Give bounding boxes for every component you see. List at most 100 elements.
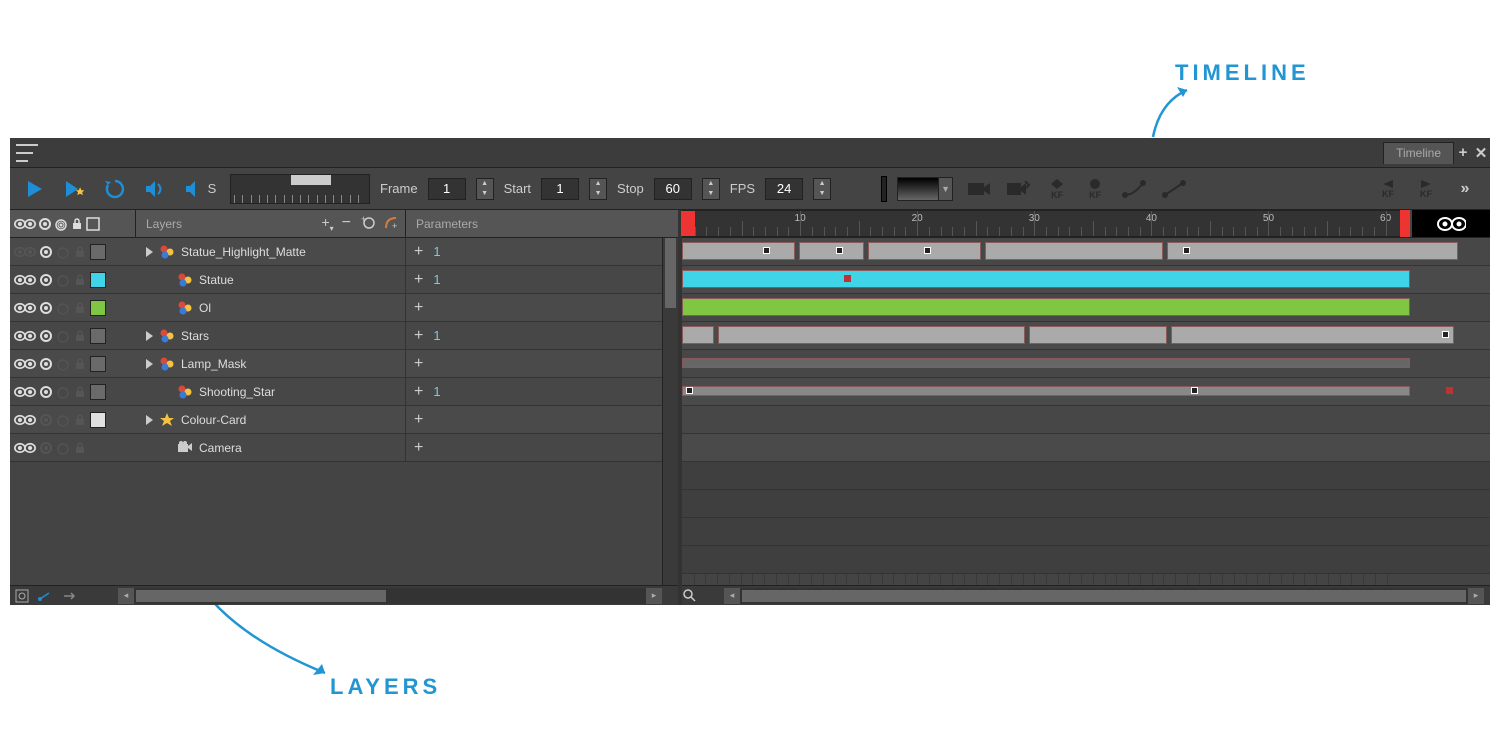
sound-scrub-button[interactable]: S <box>180 174 220 204</box>
visibility-toggle[interactable] <box>14 385 36 399</box>
layer-row[interactable]: Shooting_Star + 1 <box>10 378 678 406</box>
onion-header-icon[interactable] <box>54 217 68 231</box>
lock-toggle[interactable] <box>73 329 87 343</box>
playhead[interactable] <box>681 211 695 236</box>
onion-toggle[interactable] <box>56 329 70 343</box>
track-row[interactable] <box>682 322 1490 350</box>
expand-toggle[interactable] <box>146 415 153 425</box>
layer-row[interactable]: Statue_Highlight_Matte + 1 <box>10 238 678 266</box>
track-row[interactable] <box>682 434 1490 462</box>
lock-header-icon[interactable] <box>70 217 84 231</box>
add-param-button[interactable]: + <box>414 439 423 457</box>
add-param-button[interactable]: + <box>414 271 423 289</box>
linear-button[interactable] <box>1159 174 1189 204</box>
expand-toggle[interactable] <box>146 331 153 341</box>
param-value[interactable]: 1 <box>433 272 440 287</box>
add-tab-button[interactable]: + <box>1454 144 1472 162</box>
track-row[interactable] <box>682 406 1490 434</box>
solo-toggle[interactable] <box>39 301 53 315</box>
visibility-toggle[interactable] <box>14 441 36 455</box>
track-row[interactable] <box>682 350 1490 378</box>
onion-toggle[interactable] <box>56 413 70 427</box>
visibility-toggle[interactable] <box>14 301 36 315</box>
lock-toggle[interactable] <box>73 245 87 259</box>
color-swatch[interactable] <box>90 356 106 372</box>
color-swatch[interactable] <box>90 384 106 400</box>
stop-input[interactable] <box>654 178 692 200</box>
color-swatch[interactable] <box>90 272 106 288</box>
swatch-header-icon[interactable] <box>86 217 100 231</box>
panel-menu-icon[interactable] <box>16 144 38 162</box>
tracks-area[interactable] <box>682 238 1490 585</box>
timeline-h-scrollbar[interactable]: ◂▸ <box>724 588 1484 604</box>
layer-row[interactable]: Ol + <box>10 294 678 322</box>
solo-toggle[interactable] <box>39 357 53 371</box>
solo-toggle[interactable] <box>39 329 53 343</box>
add-param-button[interactable]: + <box>414 243 423 261</box>
close-tab-button[interactable]: ✕ <box>1472 144 1490 162</box>
onion-toggle[interactable] <box>56 273 70 287</box>
lock-toggle[interactable] <box>73 301 87 315</box>
solo-toggle[interactable] <box>39 413 53 427</box>
onion-toggle[interactable] <box>56 441 70 455</box>
curve-button[interactable] <box>1119 174 1149 204</box>
onion-toggle[interactable] <box>56 301 70 315</box>
add-drawing-button[interactable]: + <box>383 215 399 231</box>
start-input[interactable] <box>541 178 579 200</box>
add-param-button[interactable]: + <box>414 299 423 317</box>
color-swatch[interactable] <box>90 412 106 428</box>
solo-toggle[interactable] <box>39 273 53 287</box>
expand-toggle[interactable] <box>146 359 153 369</box>
loop-button[interactable] <box>100 174 130 204</box>
visibility-header-icon[interactable] <box>14 217 36 231</box>
expand-toggle[interactable] <box>146 247 153 257</box>
track-row[interactable] <box>682 294 1490 322</box>
fps-input[interactable] <box>765 178 803 200</box>
color-swatch[interactable] <box>90 328 106 344</box>
play-star-button[interactable] <box>60 174 90 204</box>
zoom-tool-button[interactable] <box>682 587 698 605</box>
param-value[interactable]: 1 <box>433 328 440 343</box>
add-pegged-button[interactable]: + <box>359 215 375 231</box>
layer-row[interactable]: Colour-Card + <box>10 406 678 434</box>
tab-timeline[interactable]: Timeline <box>1383 142 1454 164</box>
fps-spinner[interactable]: ▲▼ <box>813 178 831 200</box>
color-swatch[interactable] <box>90 300 106 316</box>
solo-toggle[interactable] <box>39 385 53 399</box>
add-param-button[interactable]: + <box>414 411 423 429</box>
layer-row[interactable]: Lamp_Mask + <box>10 350 678 378</box>
track-row[interactable] <box>682 378 1490 406</box>
vertical-scrollbar[interactable] <box>662 238 678 585</box>
param-value[interactable]: 1 <box>433 384 440 399</box>
onion-toggle[interactable] <box>56 385 70 399</box>
solo-toggle[interactable] <box>39 245 53 259</box>
footer-arrow-button[interactable] <box>58 587 82 605</box>
scene-marker-arrow-button[interactable] <box>1003 174 1033 204</box>
add-layer-button[interactable]: +▾ <box>321 214 333 233</box>
onion-toggle[interactable] <box>56 245 70 259</box>
frame-input[interactable] <box>428 178 466 200</box>
track-row[interactable] <box>682 266 1490 294</box>
track-row[interactable] <box>682 238 1490 266</box>
end-marker[interactable] <box>1400 210 1410 237</box>
layer-row[interactable]: Statue + 1 <box>10 266 678 294</box>
stop-spinner[interactable]: ▲▼ <box>702 178 720 200</box>
layer-row[interactable]: Camera + <box>10 434 678 462</box>
sound-button[interactable] <box>140 174 170 204</box>
visibility-toggle[interactable] <box>14 273 36 287</box>
kf-diamond-button[interactable]: KF <box>1043 176 1071 202</box>
param-value[interactable]: 1 <box>433 244 440 259</box>
play-button[interactable] <box>20 174 50 204</box>
add-param-button[interactable]: + <box>414 383 423 401</box>
overflow-button[interactable]: » <box>1450 174 1480 204</box>
solo-toggle[interactable] <box>39 441 53 455</box>
frame-ruler[interactable]: 102030405060 <box>682 210 1490 238</box>
scene-marker-button[interactable] <box>963 174 993 204</box>
frame-slider[interactable] <box>230 174 370 204</box>
visibility-toggle[interactable] <box>14 413 36 427</box>
lock-toggle[interactable] <box>73 357 87 371</box>
kf-dot-button[interactable]: KF <box>1081 176 1109 202</box>
frame-spinner[interactable]: ▲▼ <box>476 178 494 200</box>
prev-kf-button[interactable]: KF <box>1374 176 1402 202</box>
add-param-button[interactable]: + <box>414 327 423 345</box>
